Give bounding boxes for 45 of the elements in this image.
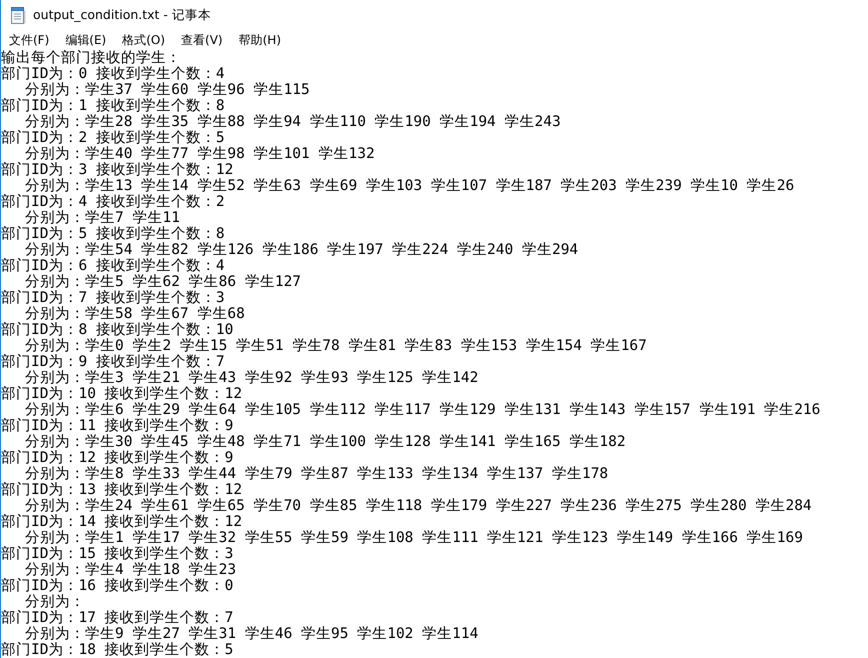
text-line: 分别为：学生0 学生2 学生15 学生51 学生78 学生81 学生83 学生153 学生154 学生167: [25, 338, 647, 354]
text-line: 输出每个部门接收的学生：: [1, 50, 181, 66]
text-line: 分别为：学生28 学生35 学生88 学生94 学生110 学生190 学生194 学生243: [25, 114, 561, 130]
text-line: 分别为：: [25, 594, 85, 610]
text-line: 部门ID为：12 接收到学生个数：9: [1, 450, 234, 466]
text-line: 部门ID为：9 接收到学生个数：7: [1, 354, 225, 370]
text-line: 部门ID为：14 接收到学生个数：12: [1, 514, 242, 530]
text-line: 分别为：学生30 学生45 学生48 学生71 学生100 学生128 学生141 学生165 学生182: [25, 434, 626, 450]
text-line: 分别为：学生5 学生62 学生86 学生127: [25, 274, 302, 290]
text-line: 部门ID为：13 接收到学生个数：12: [1, 482, 242, 498]
text-line: 分别为：学生40 学生77 学生98 学生101 学生132: [25, 146, 375, 162]
window-title: output_condition.txt - 记事本: [33, 6, 211, 24]
text-line: 部门ID为：3 接收到学生个数：12: [1, 162, 234, 178]
text-line: 部门ID为：15 接收到学生个数：3: [1, 546, 234, 562]
text-line: 部门ID为：2 接收到学生个数：5: [1, 130, 225, 146]
text-line: 分别为：学生8 学生33 学生44 学生79 学生87 学生133 学生134 学生137 学生178: [25, 466, 608, 482]
menu-item[interactable]: 格式(O): [116, 30, 172, 50]
text-line: 分别为：学生1 学生17 学生32 学生55 学生59 学生108 学生111 学生121 学生123 学生149 学生166 学生169: [25, 530, 803, 546]
menu-item[interactable]: 文件(F): [3, 30, 56, 50]
text-line: 部门ID为：4 接收到学生个数：2: [1, 194, 225, 210]
text-line: 分别为：学生7 学生11: [25, 210, 180, 226]
text-line: 分别为：学生6 学生29 学生64 学生105 学生112 学生117 学生129 学生131 学生143 学生157 学生191 学生216: [25, 402, 820, 418]
text-line: 部门ID为：16 接收到学生个数：0: [1, 578, 234, 594]
text-line: 部门ID为：18 接收到学生个数：5: [1, 642, 234, 658]
menu-item[interactable]: 编辑(E): [59, 30, 112, 50]
text-line: 分别为：学生54 学生82 学生126 学生186 学生197 学生224 学生240 学生294: [25, 242, 578, 258]
text-line: 部门ID为：10 接收到学生个数：12: [1, 386, 242, 402]
text-line: 部门ID为：8 接收到学生个数：10: [1, 322, 234, 338]
text-line: 部门ID为：1 接收到学生个数：8: [1, 98, 225, 114]
text-line: 分别为：学生9 学生27 学生31 学生46 学生95 学生102 学生114: [25, 626, 478, 642]
text-line: 部门ID为：5 接收到学生个数：8: [1, 226, 225, 242]
text-line: 分别为：学生4 学生18 学生23: [25, 562, 236, 578]
text-line: 部门ID为：0 接收到学生个数：4: [1, 66, 225, 82]
text-line: 分别为：学生13 学生14 学生52 学生63 学生69 学生103 学生107 学生187 学生203 学生239 学生10 学生26: [25, 178, 794, 194]
text-line: 部门ID为：6 接收到学生个数：4: [1, 258, 225, 274]
text-line: 部门ID为：7 接收到学生个数：3: [1, 290, 225, 306]
text-line: 部门ID为：11 接收到学生个数：9: [1, 418, 234, 434]
menu-item[interactable]: 查看(V): [175, 30, 229, 50]
menu-item[interactable]: 帮助(H): [232, 30, 287, 50]
text-line: 分别为：学生24 学生61 学生65 学生70 学生85 学生118 学生179 学生227 学生236 学生275 学生280 学生284: [25, 498, 812, 514]
text-line: 分别为：学生37 学生60 学生96 学生115: [25, 82, 310, 98]
text-line: 分别为：学生58 学生67 学生68: [25, 306, 245, 322]
text-line: 分别为：学生3 学生21 学生43 学生92 学生93 学生125 学生142: [25, 370, 478, 386]
notepad-icon: [10, 6, 26, 24]
text-line: 部门ID为：17 接收到学生个数：7: [1, 610, 234, 626]
